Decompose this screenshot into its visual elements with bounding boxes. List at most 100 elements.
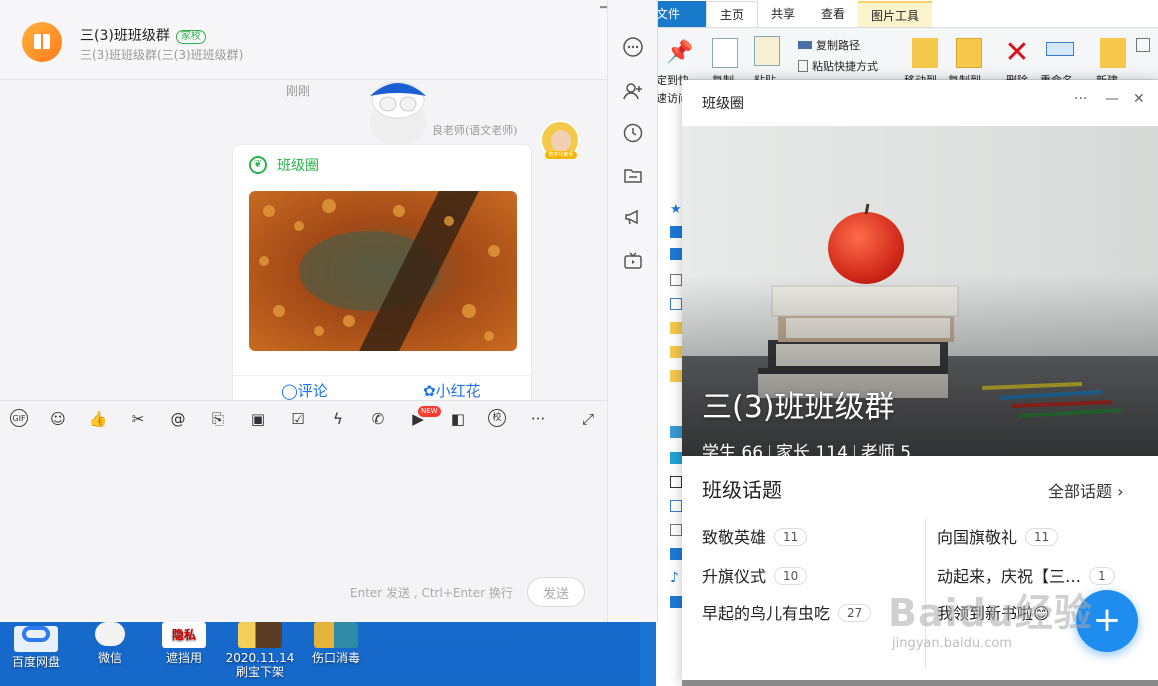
desktop-icon-folder-wound[interactable]: 伤口消毒 bbox=[300, 622, 372, 665]
message-composer[interactable]: Enter 发送 , Ctrl+Enter 换行 发送 bbox=[0, 440, 607, 622]
hero-class-name: 三(3)班班级群 bbox=[702, 390, 895, 425]
ribbon-tabs: 文件 主页 共享 查看 图片工具 bbox=[656, 0, 1158, 28]
more-options-icon[interactable] bbox=[622, 36, 644, 58]
more-tools-icon[interactable]: ··· bbox=[528, 409, 548, 429]
new-badge: NEW bbox=[418, 406, 441, 417]
group-avatar[interactable] bbox=[22, 22, 62, 62]
rename-icon[interactable] bbox=[1046, 42, 1074, 56]
nav-desktop2-icon[interactable] bbox=[670, 596, 682, 608]
watermark-url: jingyan.baidu.com bbox=[892, 636, 1012, 651]
nav-download-icon[interactable] bbox=[670, 248, 682, 260]
tab-picture-tools[interactable]: 图片工具 bbox=[858, 1, 933, 27]
mention-icon[interactable]: @ bbox=[168, 409, 188, 429]
history-icon[interactable] bbox=[622, 122, 644, 144]
star-icon[interactable]: ★ bbox=[670, 202, 682, 217]
minimize-icon[interactable]: — bbox=[1105, 91, 1119, 107]
teachers-count[interactable]: 老师 5 bbox=[861, 443, 911, 456]
paste-icon[interactable] bbox=[754, 36, 780, 66]
tab-view[interactable]: 查看 bbox=[808, 1, 858, 27]
move-to-icon[interactable] bbox=[912, 38, 938, 68]
nav-folder-icon[interactable] bbox=[670, 346, 682, 358]
desktop-icon-folder-date[interactable]: 2020.11.14 刷宝下架 bbox=[224, 622, 296, 679]
topic-item[interactable]: 升旗仪式 10 bbox=[702, 563, 808, 587]
paste-shortcut-button[interactable]: 粘贴快捷方式 bbox=[798, 58, 878, 74]
sender-name: 良老师(语文老师) bbox=[432, 124, 518, 137]
more-icon[interactable]: ··· bbox=[1074, 91, 1087, 107]
parents-count[interactable]: 家长 114 bbox=[776, 443, 848, 456]
pin-icon[interactable]: 📌 bbox=[666, 40, 693, 70]
new-folder-icon[interactable] bbox=[1100, 38, 1126, 68]
emoji-icon[interactable]: ☺ bbox=[48, 409, 68, 429]
nav-doc-icon[interactable] bbox=[670, 274, 682, 286]
hero-banner: 三(3)班班级群 学生 66 家长 114 老师 5 bbox=[682, 126, 1158, 456]
nav-downloads-icon[interactable] bbox=[670, 548, 682, 560]
live-tv-icon[interactable] bbox=[622, 250, 644, 272]
announcement-icon[interactable] bbox=[622, 206, 644, 228]
gif-icon[interactable]: GIF bbox=[10, 409, 28, 427]
group-name: 三(3)班班级群 家校 bbox=[80, 25, 206, 45]
tab-share[interactable]: 共享 bbox=[758, 1, 808, 27]
watermark-logo: Baidu经验 bbox=[888, 591, 1093, 635]
lightning-icon[interactable]: ϟ bbox=[328, 409, 348, 429]
topic-item[interactable]: 致敬英雄 11 bbox=[702, 524, 808, 548]
nav-folder-icon[interactable] bbox=[670, 370, 682, 382]
desktop-icon-wechat[interactable]: 微信 bbox=[74, 622, 146, 665]
close-icon[interactable]: ✕ bbox=[1133, 91, 1145, 107]
chevron-right-icon: › bbox=[1117, 482, 1124, 501]
desktop-icon-cover[interactable]: 隐私 遮挡用 bbox=[148, 622, 220, 665]
tab-home[interactable]: 主页 bbox=[706, 1, 759, 27]
send-button[interactable]: 发送 bbox=[527, 577, 585, 607]
nav-documents-icon[interactable] bbox=[670, 524, 682, 536]
copy-to-icon[interactable] bbox=[956, 38, 982, 68]
window-title: 班级圈 bbox=[702, 96, 744, 112]
all-topics-link[interactable]: 全部话题 › bbox=[1048, 478, 1124, 502]
card-actions: ◯评论 ✿小红花 bbox=[233, 375, 533, 400]
nav-desktop-icon[interactable] bbox=[670, 226, 682, 238]
scissors-icon[interactable]: ✂ bbox=[128, 409, 148, 429]
copy-icon[interactable] bbox=[712, 38, 738, 68]
flower-icon: ✿ bbox=[423, 382, 436, 400]
task-check-icon[interactable]: ☑ bbox=[288, 409, 308, 429]
class-circle-card[interactable]: ❦ 班级圈 ◯评论 ✿小红花 bbox=[232, 144, 533, 400]
comment-icon: ◯ bbox=[281, 382, 298, 400]
copy-path-button[interactable]: 复制路径 bbox=[798, 37, 860, 53]
class-circle-icon: ❦ bbox=[249, 156, 267, 174]
nav-pictures-icon[interactable] bbox=[670, 500, 682, 512]
files-icon[interactable] bbox=[622, 164, 644, 186]
bottom-strip bbox=[682, 680, 1158, 686]
phone-icon[interactable]: ✆ bbox=[368, 409, 388, 429]
send-file-icon[interactable]: ⎘ bbox=[208, 409, 228, 429]
nav-folder-icon[interactable] bbox=[670, 322, 682, 334]
sender-badge: 数字化教师 bbox=[545, 151, 577, 159]
send-hint: Enter 发送 , Ctrl+Enter 换行 bbox=[350, 586, 513, 600]
calendar-icon[interactable]: ▣ bbox=[248, 409, 268, 429]
topic-item[interactable]: 向国旗敬礼 11 bbox=[937, 524, 1059, 548]
book-icon bbox=[34, 34, 50, 49]
nav-3d-icon[interactable] bbox=[670, 452, 682, 464]
music-icon[interactable]: ♪ bbox=[670, 570, 682, 586]
topics-header: 班级话题 bbox=[702, 478, 782, 502]
desktop-icon-baidu-netdisk[interactable]: 百度网盘 bbox=[0, 622, 72, 669]
expand-icon[interactable]: ⤢ bbox=[578, 409, 598, 429]
card-title: 班级圈 bbox=[277, 158, 319, 174]
tab-file[interactable]: 文件 bbox=[656, 1, 706, 27]
nav-pic-icon[interactable] bbox=[670, 298, 682, 310]
new-item-icon[interactable] bbox=[1136, 38, 1150, 52]
sender-avatar[interactable]: 数字化教师 bbox=[540, 120, 580, 160]
school-icon[interactable]: 校 bbox=[488, 409, 506, 427]
red-flower-button[interactable]: ✿小红花 bbox=[423, 380, 481, 400]
side-toolbar bbox=[607, 0, 657, 622]
message-area: 刚刚 良老师(语文老师) 数字化教师 ❦ 班级圈 ◯评论 ✿小红花 bbox=[0, 80, 607, 400]
navigation-pane: ★ ♪ bbox=[656, 190, 682, 686]
comment-button[interactable]: ◯评论 bbox=[281, 380, 328, 400]
nav-video-icon[interactable] bbox=[670, 476, 682, 488]
delete-icon[interactable]: ✕ bbox=[1004, 38, 1030, 68]
students-count[interactable]: 学生 66 bbox=[702, 443, 763, 456]
topic-item[interactable]: 早起的鸟儿有虫吃 27 bbox=[702, 600, 872, 624]
input-toolbar: GIF ☺ 👍 ✂ @ ⎘ ▣ ☑ ϟ ✆ ▶ ◧ 校 ··· ⤢ bbox=[0, 400, 607, 440]
add-member-icon[interactable] bbox=[622, 80, 644, 102]
screen-share-icon[interactable]: ◧ bbox=[448, 409, 468, 429]
like-icon[interactable]: 👍 bbox=[88, 409, 108, 429]
nav-computer-icon[interactable] bbox=[670, 426, 682, 438]
card-image[interactable] bbox=[249, 191, 517, 351]
